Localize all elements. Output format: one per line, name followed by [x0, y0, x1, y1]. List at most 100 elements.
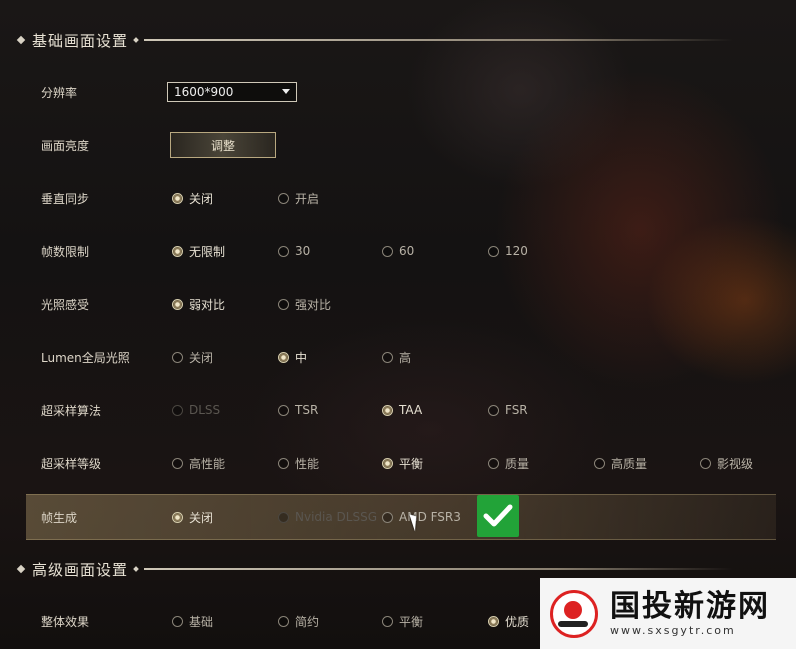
diamond-icon [133, 566, 139, 572]
divider [144, 39, 733, 41]
framerate-option-120[interactable]: 120 [488, 244, 528, 258]
dropdown-value: 1600*900 [174, 85, 234, 99]
setting-label: 帧数限制 [41, 244, 90, 259]
option-label: 关闭 [189, 191, 214, 206]
radio-icon [382, 351, 393, 363]
setting-row-frame-gen: 帧生成 关闭 Nvidia DLSSG AMD FSR3 [26, 494, 776, 540]
radio-icon [278, 404, 289, 416]
radio-icon [172, 351, 183, 363]
upscale-level-option-quality[interactable]: 质量 [488, 455, 529, 472]
radio-icon [278, 245, 289, 257]
option-label: 优质 [505, 614, 530, 629]
upscale-algo-option-taa[interactable]: TAA [382, 403, 422, 417]
radio-icon [488, 404, 499, 416]
watermark-logo-icon [550, 589, 598, 638]
setting-label: 分辨率 [41, 85, 78, 100]
option-label: 120 [505, 244, 528, 258]
lumen-option-medium[interactable]: 中 [278, 349, 307, 366]
resolution-dropdown[interactable]: 1600*900 [167, 82, 297, 102]
radio-icon [172, 404, 183, 416]
option-label: 关闭 [189, 510, 214, 525]
section-header-basic: 基础画面设置 [16, 29, 733, 51]
frame-gen-option-dlssg: Nvidia DLSSG [278, 510, 377, 524]
frame-gen-option-fsr3[interactable]: AMD FSR3 [382, 510, 461, 524]
option-label: 中 [295, 350, 308, 365]
option-label: TSR [295, 403, 319, 417]
lumen-option-high[interactable]: 高 [382, 349, 411, 366]
option-label: 质量 [505, 456, 530, 471]
radio-icon [382, 615, 393, 627]
section-header-advanced: 高级画面设置 [16, 558, 733, 580]
upscale-algo-option-dlss: DLSS [172, 403, 220, 417]
option-label: 影视级 [717, 456, 754, 471]
setting-label: 画面亮度 [41, 138, 90, 153]
watermark-url: www.sxsgytr.com [610, 624, 736, 637]
option-label: Nvidia DLSSG [295, 510, 377, 524]
setting-label: Lumen全局光照 [41, 350, 130, 365]
framerate-option-30[interactable]: 30 [278, 244, 310, 258]
overall-option-simple[interactable]: 简约 [278, 613, 319, 630]
option-label: FSR [505, 403, 528, 417]
caret-down-icon [282, 89, 290, 94]
option-label: 30 [295, 244, 311, 258]
option-label: 简约 [295, 614, 320, 629]
radio-checked-icon [382, 457, 393, 469]
option-label: DLSS [189, 403, 221, 417]
upscale-algo-option-tsr[interactable]: TSR [278, 403, 318, 417]
adjust-button[interactable]: 调整 [170, 132, 276, 158]
option-label: AMD FSR3 [399, 510, 461, 524]
option-label: TAA [399, 403, 423, 417]
radio-icon [488, 245, 499, 257]
lighting-option-low[interactable]: 弱对比 [172, 296, 225, 313]
framerate-option-unlimited[interactable]: 无限制 [172, 243, 225, 260]
setting-row-framerate: 帧数限制 无限制 30 60 120 [26, 233, 776, 269]
radio-icon [278, 615, 289, 627]
setting-label: 光照感受 [41, 297, 90, 312]
diamond-icon [16, 35, 26, 45]
overall-option-basic[interactable]: 基础 [172, 613, 213, 630]
vsync-option-off[interactable]: 关闭 [172, 190, 213, 207]
option-label: 高 [399, 350, 412, 365]
diamond-icon [16, 564, 26, 574]
setting-label: 整体效果 [41, 614, 90, 629]
radio-checked-icon [278, 351, 289, 363]
upscale-level-option-balanced[interactable]: 平衡 [382, 455, 423, 472]
option-label: 基础 [189, 614, 214, 629]
setting-label: 帧生成 [41, 510, 78, 525]
overall-option-premium[interactable]: 优质 [488, 613, 529, 630]
upscale-level-option-perf-high[interactable]: 高性能 [172, 455, 225, 472]
option-label: 60 [399, 244, 415, 258]
lighting-option-high[interactable]: 强对比 [278, 296, 331, 313]
section-title-basic: 基础画面设置 [32, 31, 129, 50]
option-label: 弱对比 [189, 297, 226, 312]
setting-row-lumen: Lumen全局光照 关闭 中 高 [26, 339, 776, 375]
frame-gen-option-off[interactable]: 关闭 [172, 509, 213, 526]
option-label: 性能 [295, 456, 320, 471]
radio-icon [278, 511, 289, 523]
upscale-algo-option-fsr[interactable]: FSR [488, 403, 528, 417]
diamond-icon [133, 37, 139, 43]
setting-row-resolution: 分辨率 1600*900 [26, 74, 776, 110]
setting-row-upscale-level: 超采样等级 高性能 性能 平衡 质量 高质量 影视级 [26, 445, 776, 481]
section-title-advanced: 高级画面设置 [32, 560, 129, 579]
upscale-level-option-cinematic[interactable]: 影视级 [700, 455, 753, 472]
watermark-name: 国投新游网 [610, 589, 770, 624]
radio-icon [278, 298, 289, 310]
overall-option-balanced[interactable]: 平衡 [382, 613, 423, 630]
radio-checked-icon [172, 298, 183, 310]
radio-icon [172, 615, 183, 627]
option-label: 强对比 [295, 297, 332, 312]
option-label: 关闭 [189, 350, 214, 365]
radio-icon [172, 457, 183, 469]
upscale-level-option-perf[interactable]: 性能 [278, 455, 319, 472]
radio-checked-icon [172, 511, 183, 523]
option-label: 平衡 [399, 456, 424, 471]
lumen-option-off[interactable]: 关闭 [172, 349, 213, 366]
setting-row-brightness: 画面亮度 调整 [26, 127, 776, 163]
upscale-level-option-high-quality[interactable]: 高质量 [594, 455, 647, 472]
framerate-option-60[interactable]: 60 [382, 244, 414, 258]
vsync-option-on[interactable]: 开启 [278, 190, 319, 207]
setting-label: 超采样算法 [41, 403, 102, 418]
option-label: 高质量 [611, 456, 648, 471]
divider [144, 568, 733, 570]
